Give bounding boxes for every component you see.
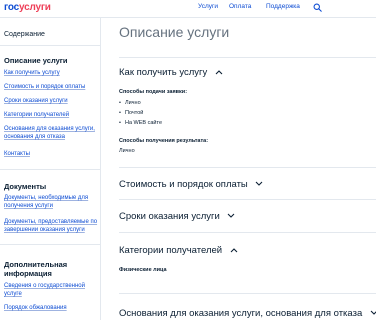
logo-part-gos: гос — [4, 2, 19, 13]
section-heading: Сроки оказания услуги — [119, 211, 220, 222]
toc-link-result-docs[interactable]: Документы, предоставляемые по завершении… — [4, 218, 98, 234]
chevron-up-icon — [215, 70, 223, 75]
section-heading: Как получить услугу — [119, 67, 208, 78]
toc-link-service-info[interactable]: Сведения о государственной услуге — [4, 282, 98, 298]
toc-divider — [0, 169, 100, 170]
toc-link-required-docs[interactable]: Документы, необходимые для получения усл… — [4, 194, 98, 210]
section-divider — [119, 293, 376, 294]
chevron-down-icon — [256, 182, 263, 187]
toc-divider — [0, 244, 100, 245]
top-header: госуслуги Услуги Оплата Поддержка — [0, 0, 376, 18]
nav-services[interactable]: Услуги — [198, 3, 218, 10]
toc-group-description-heading: Описание услуги — [4, 56, 68, 65]
section-heading: Категории получателей — [119, 245, 223, 256]
logo-part-uslugi: услуги — [18, 2, 51, 13]
chevron-down-icon — [228, 214, 235, 219]
toc-link-appeal[interactable]: Порядок обжалования — [4, 304, 98, 312]
section-heading: Стоимость и порядок оплаты — [119, 179, 248, 190]
page-title: Описание услуги — [119, 24, 230, 40]
toc-group-additional-heading: Дополнительная информация — [4, 260, 68, 278]
chevron-up-icon — [230, 248, 238, 253]
recipients-value: Физические лица — [119, 267, 167, 273]
submit-method-item: На WEB сайте — [119, 120, 162, 126]
toc-link-how-to-get[interactable]: Как получить услугу — [4, 69, 98, 77]
section-heading: Основания для оказания услуги, основания… — [119, 308, 363, 319]
main-content: Описание услуги Как получить услугу Спос… — [101, 18, 376, 320]
gosuslugi-logo[interactable]: госуслуги — [4, 2, 51, 13]
submit-method-item: Лично — [119, 100, 141, 106]
toc-link-contacts[interactable]: Контакты — [4, 150, 98, 158]
chevron-down-icon — [370, 311, 376, 316]
toc-link-terms[interactable]: Сроки оказания услуги — [4, 97, 98, 105]
toc-group-documents-heading: Документы — [4, 182, 47, 191]
section-divider — [119, 57, 376, 58]
section-terms-toggle[interactable]: Сроки оказания услуги — [119, 211, 235, 222]
submit-method-item: Почтой — [119, 110, 143, 116]
search-icon[interactable] — [313, 3, 322, 12]
section-divider — [119, 199, 376, 200]
result-methods-label: Способы получения результата: — [119, 138, 209, 144]
table-of-contents-sidebar: Содержание Описание услуги Как получить … — [0, 18, 101, 320]
nav-payment[interactable]: Оплата — [229, 3, 251, 10]
nav-support[interactable]: Поддержка — [266, 3, 300, 10]
section-divider — [119, 167, 376, 168]
section-grounds-toggle[interactable]: Основания для оказания услуги, основания… — [119, 308, 376, 319]
toc-title: Содержание — [4, 31, 45, 38]
toc-link-grounds[interactable]: Основания для оказания услуги, основания… — [4, 125, 98, 141]
section-how-to-get-toggle[interactable]: Как получить услугу — [119, 67, 223, 78]
submit-methods-label: Способы подачи заявки: — [119, 89, 188, 95]
toc-link-recipients[interactable]: Категории получателей — [4, 111, 98, 119]
section-recipients-toggle[interactable]: Категории получателей — [119, 245, 238, 256]
toc-link-cost[interactable]: Стоимость и порядок оплаты — [4, 83, 98, 91]
section-divider — [119, 232, 376, 233]
result-method-value: Лично — [119, 148, 135, 154]
section-cost-toggle[interactable]: Стоимость и порядок оплаты — [119, 179, 263, 190]
toc-divider — [0, 45, 100, 46]
